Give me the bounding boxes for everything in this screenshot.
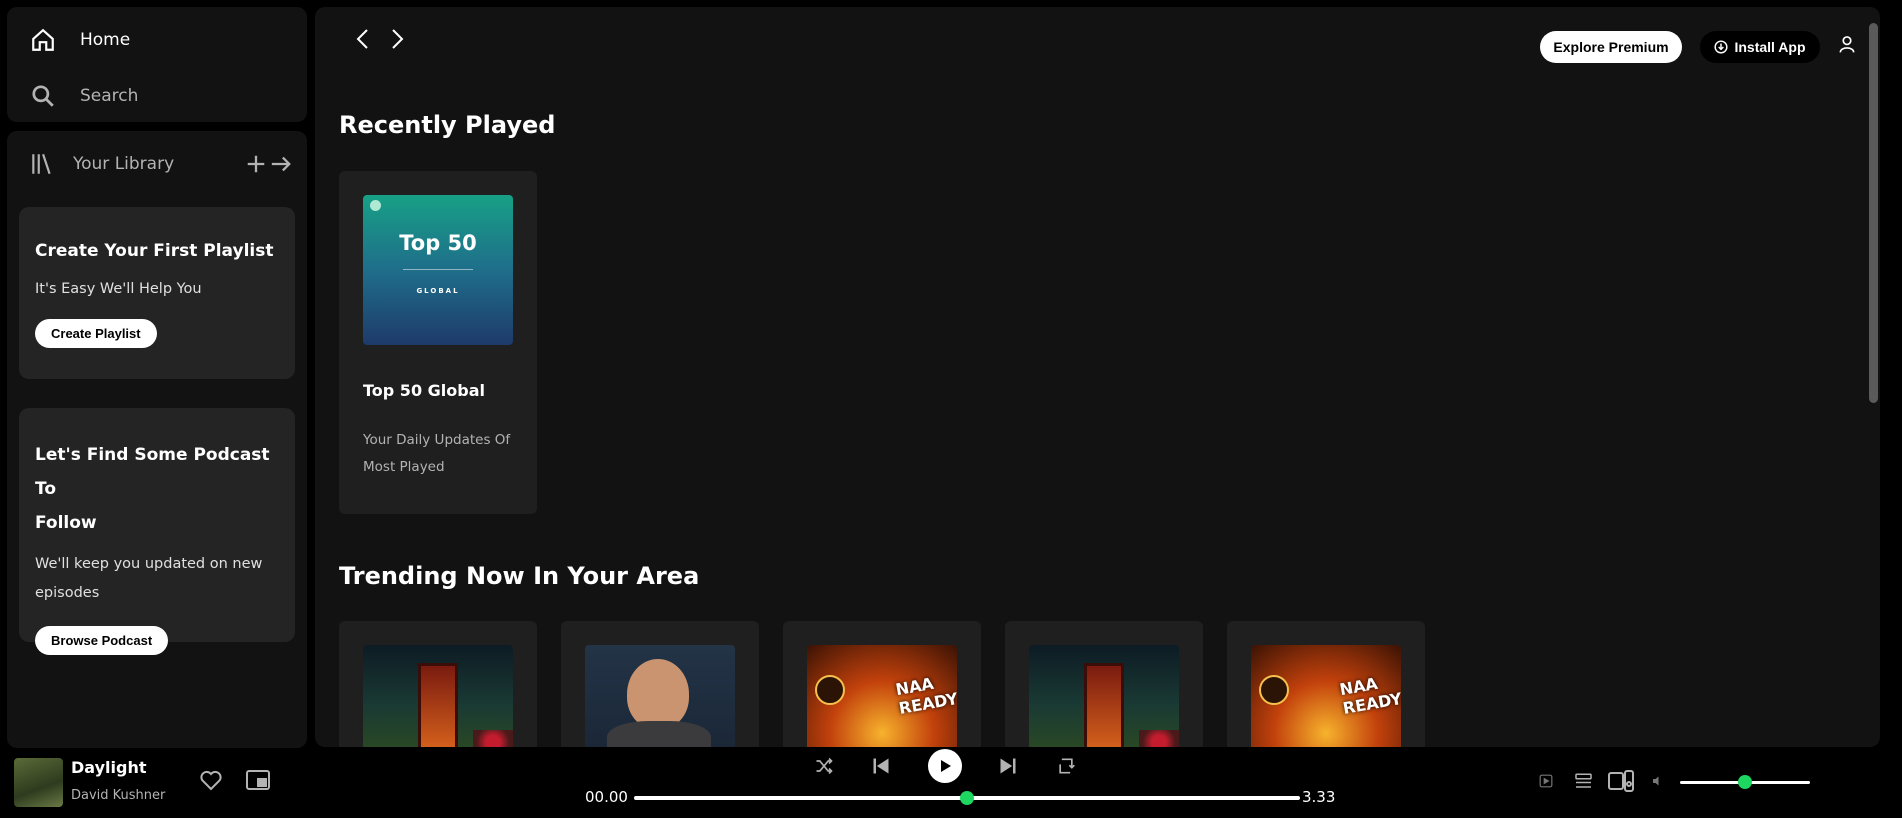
trending-cover-naa-ready: NAA READY [807,645,957,747]
download-circle-icon [1714,40,1729,54]
podcast-title-line2: Follow [35,513,97,533]
shuffle-icon[interactable] [814,756,834,776]
now-playing-song[interactable]: Daylight [71,758,146,777]
next-icon[interactable] [998,756,1018,776]
phone-booth-shape [1084,663,1124,747]
trending-cover-portrait [585,645,735,747]
flowers-shape [473,730,513,747]
top50-cover-sub: GLOBAL [416,287,460,295]
trending-title: Trending Now In Your Area [339,562,700,590]
explore-premium-button[interactable]: Explore Premium [1540,31,1682,63]
nav-search-label: Search [80,86,139,106]
now-playing-cover[interactable] [14,758,63,807]
top50-cover-title: Top 50 [399,231,477,255]
desc-line2: Most Played [363,459,445,475]
flowers-shape [1139,730,1179,747]
trending-card[interactable]: NAA READY [783,621,981,747]
desc-line1: Your Daily Updates Of [363,432,511,448]
repeat-icon[interactable] [1056,756,1076,776]
queue-icon[interactable] [1574,772,1593,790]
library-label[interactable]: Your Library [73,154,174,174]
create-playlist-title: Create Your First Playlist [35,241,274,261]
podcast-card-title: Let's Find Some Podcast To Follow [35,438,279,540]
browse-podcast-button[interactable]: Browse Podcast [35,626,169,655]
install-app-button[interactable]: Install App [1700,31,1820,63]
mini-player-icon[interactable] [246,770,270,790]
nav-home[interactable]: Home [30,27,130,53]
current-time: 00.00 [585,788,628,806]
trending-card[interactable] [1005,621,1203,747]
volume-icon[interactable] [1651,775,1665,787]
podcast-sub-line2: episodes [35,585,100,601]
top50-cover: Top 50 GLOBAL [363,195,513,345]
plus-icon[interactable] [245,153,267,175]
play-button[interactable] [928,749,962,783]
library-panel: Your Library Create Your First Playlist … [7,131,307,748]
podcast-title-line1: Let's Find Some Podcast To [35,445,270,499]
now-playing-artist[interactable]: David Kushner [71,788,165,803]
trending-card[interactable]: NAA READY [1227,621,1425,747]
play-icon [941,760,951,772]
arrow-right-icon[interactable] [269,153,293,175]
cover-divider [403,269,473,270]
chevron-right-icon[interactable] [387,27,407,51]
portrait-face [627,659,689,729]
total-time: 3.33 [1302,788,1336,806]
nav-home-label: Home [80,30,131,50]
connect-device-icon[interactable] [1608,770,1634,792]
trending-card[interactable] [339,621,537,747]
recently-played-item-desc: Your Daily Updates Of Most Played [363,427,513,481]
library-icon[interactable] [29,151,55,177]
podcast-sub-line1: We'll keep you updated on new [35,556,263,572]
naa-ready-text: NAA READY [894,673,957,718]
app-root: Home Search Your Library Create Your Fir… [0,0,1902,818]
browse-podcast-card: Let's Find Some Podcast To Follow We'll … [19,408,295,655]
recently-played-title: Recently Played [339,111,556,139]
create-playlist-card: Create Your First Playlist It's Easy We'… [19,207,295,379]
sidebar-nav: Home Search [7,7,307,122]
leo-badge [1259,675,1289,705]
previous-icon[interactable] [871,756,891,776]
create-playlist-button[interactable]: Create Playlist [35,319,157,348]
library-actions [245,153,293,175]
heart-icon[interactable] [198,768,224,792]
recently-played-card[interactable]: Top 50 GLOBAL Top 50 Global Your Daily U… [339,171,537,514]
podcast-card-subtitle: We'll keep you updated on new episodes [35,550,279,608]
user-icon[interactable] [1837,33,1857,55]
chevron-left-icon[interactable] [353,27,373,51]
naa-ready-text: NAA READY [1338,673,1401,718]
player-bar: Daylight David Kushner 00.00 3.33 [0,748,1902,818]
portrait-shoulders [607,721,711,747]
install-app-label: Install App [1734,39,1806,55]
phone-booth-shape [418,663,458,747]
main-content: Explore Premium Install App Recently Pla… [315,7,1880,747]
now-playing-view-icon[interactable] [1539,774,1553,788]
library-header: Your Library [29,151,293,177]
progress-knob[interactable] [960,791,974,805]
recently-played-item-title: Top 50 Global [363,381,485,400]
create-playlist-subtitle: It's Easy We'll Help You [35,281,202,297]
leo-badge [815,675,845,705]
home-icon [32,28,54,51]
main-scrollbar[interactable] [1869,23,1878,403]
trending-cover-phone-booth [1029,645,1179,747]
search-icon [32,85,54,107]
trending-card[interactable] [561,621,759,747]
spotify-logo-icon [370,200,381,211]
trending-cover-phone-booth [363,645,513,747]
nav-search[interactable]: Search [30,83,138,109]
volume-knob[interactable] [1738,775,1752,789]
history-arrows [353,27,407,51]
trending-cover-naa-ready: NAA READY [1251,645,1401,747]
